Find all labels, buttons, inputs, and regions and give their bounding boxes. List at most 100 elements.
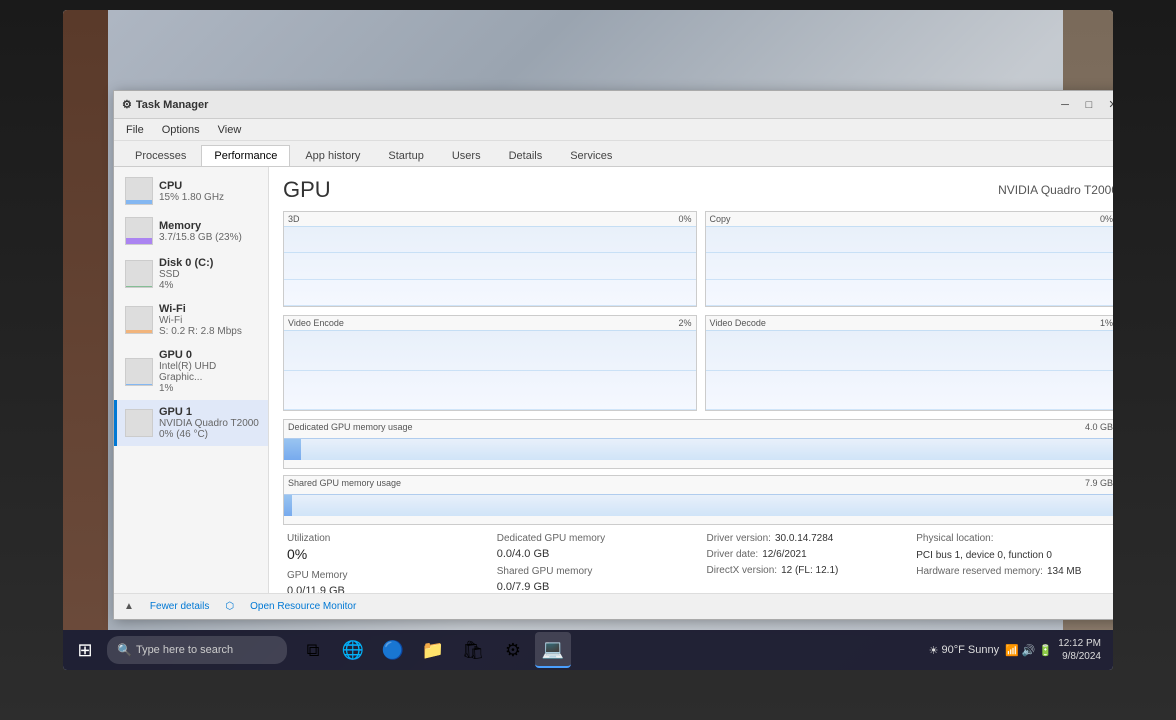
dedicated-memory-fill — [284, 439, 301, 460]
search-bar[interactable]: 🔍 Type here to search — [107, 636, 287, 664]
chart-video-decode: Video Decode 1% — [705, 315, 1114, 411]
tab-app-history[interactable]: App history — [292, 145, 373, 166]
taskbar-app-terminal[interactable]: 💻 — [535, 632, 571, 668]
title-bar: ⚙ Task Manager ─ □ ✕ — [114, 91, 1113, 119]
directx-value: 12 (FL: 12.1) — [781, 565, 838, 576]
chart-copy-percent: 0% — [1100, 214, 1113, 224]
performance-sidebar: CPU 15% 1.80 GHz Memory 3.7/15.8 GB (23%… — [114, 167, 269, 593]
window-controls: ─ □ ✕ — [1054, 96, 1113, 114]
sidebar-item-cpu[interactable]: CPU 15% 1.80 GHz — [114, 171, 268, 211]
chart-video-encode: Video Encode 2% — [283, 315, 697, 411]
gpu-main-panel: GPU NVIDIA Quadro T2000 3D 0% — [269, 167, 1113, 593]
clock-date: 9/8/2024 — [1058, 650, 1101, 663]
gpu1-label: GPU 1 — [159, 406, 260, 418]
memory-mini-graph — [125, 217, 153, 245]
stat-memory: Dedicated GPU memory 0.0/4.0 GB Shared G… — [493, 533, 699, 593]
search-icon: 🔍 — [117, 643, 132, 657]
dedicated-memory-bar: Dedicated GPU memory usage 4.0 GB — [283, 419, 1113, 469]
gpu1-model: NVIDIA Quadro T2000 — [159, 418, 260, 429]
tab-users[interactable]: Users — [439, 145, 494, 166]
fewer-details-link[interactable]: Fewer details — [150, 601, 209, 612]
task-manager-window: ⚙ Task Manager ─ □ ✕ File Options View P… — [113, 90, 1113, 620]
dedicated-memory-label: Dedicated GPU memory usage — [288, 422, 413, 432]
gpu0-model: Intel(R) UHD Graphic... — [159, 361, 260, 383]
shared-memory-fill — [284, 495, 292, 516]
laptop-frame: ⚙ Task Manager ─ □ ✕ File Options View P… — [0, 0, 1176, 720]
driver-date-value: 12/6/2021 — [762, 549, 807, 560]
start-button[interactable]: ⊞ — [67, 632, 103, 668]
taskbar-app-store[interactable]: 🛍 — [455, 632, 491, 668]
chart-decode-percent: 1% — [1100, 318, 1113, 328]
driver-date-label: Driver date: — [707, 549, 759, 560]
chart-3d: 3D 0% — [283, 211, 697, 307]
shared-memory-bar: Shared GPU memory usage 7.9 GB — [283, 475, 1113, 525]
menu-view[interactable]: View — [210, 122, 250, 138]
menu-file[interactable]: File — [118, 122, 152, 138]
disk-label: Disk 0 (C:) — [159, 257, 260, 269]
gpu0-percent: 1% — [159, 383, 260, 394]
clock-display[interactable]: 12:12 PM 9/8/2024 — [1058, 637, 1101, 663]
cpu-label: CPU — [159, 180, 260, 192]
driver-version-value: 30.0.14.7284 — [775, 533, 833, 544]
wifi-speed: S: 0.2 R: 2.8 Mbps — [159, 326, 260, 337]
dedicated-memory-max: 4.0 GB — [1085, 422, 1113, 432]
sidebar-item-memory[interactable]: Memory 3.7/15.8 GB (23%) — [114, 211, 268, 251]
chart-encode-label: Video Encode — [288, 318, 344, 328]
sidebar-item-gpu0[interactable]: GPU 0 Intel(R) UHD Graphic... 1% — [114, 343, 268, 400]
gpu-memory-label: GPU Memory — [287, 570, 485, 581]
directx-label: DirectX version: — [707, 565, 778, 576]
taskbar-app-edge[interactable]: 🌐 — [335, 632, 371, 668]
weather-text: 90°F Sunny — [941, 644, 999, 656]
taskbar-app-folder[interactable]: 📁 — [415, 632, 451, 668]
disk-percent: 4% — [159, 280, 260, 291]
disk-mini-graph — [125, 260, 153, 288]
tab-processes[interactable]: Processes — [122, 145, 199, 166]
tab-services[interactable]: Services — [557, 145, 625, 166]
gpu-title: GPU — [283, 177, 331, 203]
utilization-value: 0% — [287, 546, 485, 562]
menu-options[interactable]: Options — [154, 122, 208, 138]
utilization-label: Utilization — [287, 533, 485, 544]
battery-icon[interactable]: 🔋 — [1038, 644, 1052, 657]
sidebar-item-disk[interactable]: Disk 0 (C:) SSD 4% — [114, 251, 268, 297]
dedicated-gpu-mem-label: Dedicated GPU memory — [497, 533, 695, 544]
shared-memory-label: Shared GPU memory usage — [288, 478, 401, 488]
weather-icon: ☀ — [929, 644, 939, 657]
close-button[interactable]: ✕ — [1102, 96, 1113, 114]
shared-memory-inner — [284, 494, 1113, 516]
gpu0-label: GPU 0 — [159, 349, 260, 361]
weather-display: ☀ 90°F Sunny — [929, 644, 999, 657]
dedicated-memory-inner — [284, 438, 1113, 460]
gpu1-mini-graph — [125, 409, 153, 437]
taskbar-app-chrome[interactable]: 🔵 — [375, 632, 411, 668]
chart-3d-label: 3D — [288, 214, 300, 224]
maximize-button[interactable]: □ — [1078, 96, 1100, 114]
taskbar-app-task-view[interactable]: ⧉ — [295, 632, 331, 668]
network-icon[interactable]: 📶 — [1005, 644, 1019, 657]
charts-row-2: Video Encode 2% Video Dec — [283, 315, 1113, 411]
memory-stats: 3.7/15.8 GB (23%) — [159, 232, 260, 243]
shared-memory-section: Shared GPU memory usage 7.9 GB — [283, 475, 1113, 525]
gpu0-mini-graph — [125, 358, 153, 386]
hw-reserved-value: 134 MB — [1047, 566, 1081, 577]
memory-label: Memory — [159, 220, 260, 232]
window-body: CPU 15% 1.80 GHz Memory 3.7/15.8 GB (23%… — [114, 167, 1113, 593]
sidebar-item-gpu1[interactable]: GPU 1 NVIDIA Quadro T2000 0% (46 °C) — [114, 400, 268, 446]
gpu-header: GPU NVIDIA Quadro T2000 — [283, 177, 1113, 203]
open-resource-monitor-link[interactable]: Open Resource Monitor — [250, 601, 356, 612]
cpu-mini-graph — [125, 177, 153, 205]
shared-gpu-mem-label: Shared GPU memory — [497, 566, 695, 577]
taskbar-app-settings[interactable]: ⚙ — [495, 632, 531, 668]
sidebar-item-wifi[interactable]: Wi-Fi Wi-Fi S: 0.2 R: 2.8 Mbps — [114, 297, 268, 343]
chart-copy: Copy 0% — [705, 211, 1114, 307]
tab-performance[interactable]: Performance — [201, 145, 290, 166]
store-left-panel — [63, 10, 108, 630]
minimize-button[interactable]: ─ — [1054, 96, 1076, 114]
hw-reserved-label: Hardware reserved memory: — [916, 566, 1043, 577]
system-tray: 📶 🔊 🔋 — [1005, 644, 1052, 657]
tab-details[interactable]: Details — [496, 145, 556, 166]
driver-version-label: Driver version: — [707, 533, 771, 544]
volume-icon[interactable]: 🔊 — [1022, 644, 1036, 657]
tab-startup[interactable]: Startup — [375, 145, 436, 166]
cpu-stats: 15% 1.80 GHz — [159, 192, 260, 203]
